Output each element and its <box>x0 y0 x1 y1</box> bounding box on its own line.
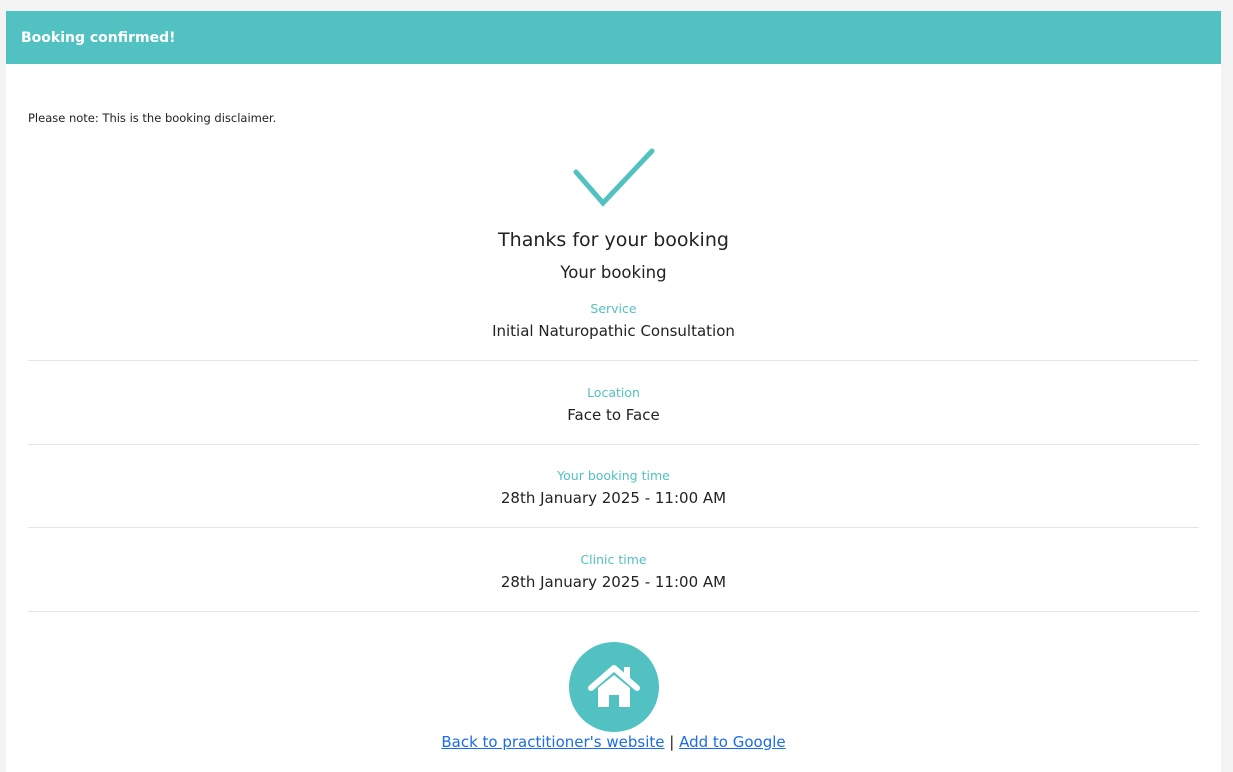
detail-location: Location Face to Face <box>28 383 1199 445</box>
link-separator: | <box>669 733 675 751</box>
detail-clinic-time: Clinic time 28th January 2025 - 11:00 AM <box>28 550 1199 612</box>
check-icon <box>573 148 655 207</box>
add-to-google-link[interactable]: Add to Google <box>679 733 786 751</box>
home-button[interactable] <box>569 642 659 732</box>
detail-booking-time: Your booking time 28th January 2025 - 11… <box>28 466 1199 528</box>
detail-label: Service <box>590 301 637 316</box>
back-to-website-link[interactable]: Back to practitioner's website <box>441 733 664 751</box>
header-title: Booking confirmed! <box>21 29 176 46</box>
detail-label: Location <box>587 385 640 400</box>
detail-label: Your booking time <box>557 468 670 483</box>
home-icon <box>588 665 640 707</box>
header-bar: Booking confirmed! <box>6 11 1221 64</box>
detail-value: Initial Naturopathic Consultation <box>492 322 735 340</box>
booking-card: Booking confirmed! Please note: This is … <box>6 11 1221 772</box>
your-booking-heading: Your booking <box>560 263 667 282</box>
detail-value: 28th January 2025 - 11:00 AM <box>500 489 727 507</box>
detail-value: Face to Face <box>567 406 660 424</box>
detail-service: Service Initial Naturopathic Consultatio… <box>28 299 1199 361</box>
thanks-heading: Thanks for your booking <box>498 229 729 251</box>
detail-label: Clinic time <box>580 552 647 567</box>
detail-value: 28th January 2025 - 11:00 AM <box>500 573 727 591</box>
footer-links: Back to practitioner's website | Add to … <box>6 733 1221 751</box>
booking-disclaimer: Please note: This is the booking disclai… <box>28 111 277 125</box>
